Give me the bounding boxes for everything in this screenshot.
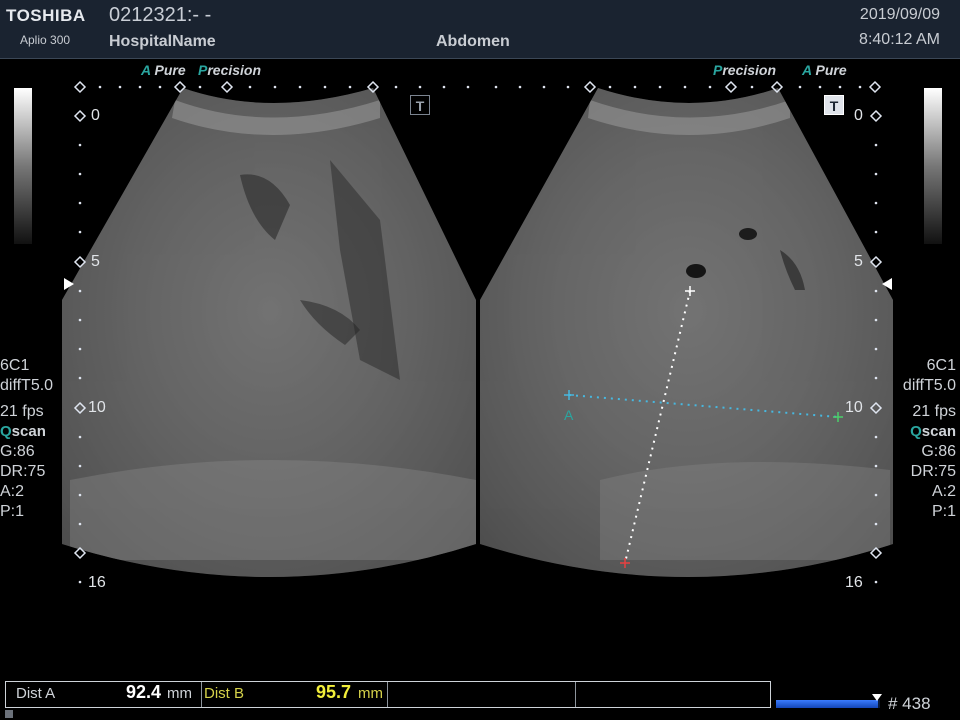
fps-label: 21 fps <box>912 403 956 420</box>
left-focus-marker[interactable] <box>64 278 74 290</box>
measurement-results-bar: Dist A 92.4 mm Dist B 95.7 mm <box>5 681 771 708</box>
apure-a-letter: A <box>802 62 812 78</box>
p-param-label: P:1 <box>0 503 25 520</box>
left-grayscale-bar <box>14 88 32 244</box>
right-image-sector <box>480 88 893 577</box>
measurement-value: 95.7 <box>316 682 352 702</box>
fps-label: 21 fps <box>0 403 44 420</box>
a-param-label: A:2 <box>931 483 956 500</box>
qscan-q-letter: Q <box>0 423 12 440</box>
right-view-toggle-icon[interactable]: T <box>824 95 844 115</box>
qscan-q-letter: Q <box>910 423 922 440</box>
status-corner-indicator <box>5 710 13 718</box>
mode-label: diffT5.0 <box>0 377 54 394</box>
right-apure-tag: A Pure <box>802 62 847 78</box>
apure-label: Pure <box>154 62 186 78</box>
right-depth-10: 10 <box>845 399 863 416</box>
right-parameter-panel: 6C1 diffT5.0 21 fps Qscan G:86 DR:75 A:2… <box>903 356 956 522</box>
right-focus-marker[interactable] <box>882 278 892 290</box>
measurement-empty-cell <box>388 682 576 707</box>
p-param-label: P:1 <box>931 503 956 520</box>
apure-label: Pure <box>815 62 847 78</box>
right-depth-0: 0 <box>854 107 863 124</box>
qscan-label: Qscan <box>0 422 53 442</box>
cine-position-marker[interactable] <box>872 694 882 701</box>
cine-frame-number: # 438 <box>888 694 931 713</box>
top-scale-line <box>98 85 862 89</box>
caliper-a-label: A <box>564 407 574 423</box>
right-depth-5: 5 <box>854 253 863 270</box>
cine-progress-fill <box>776 700 878 708</box>
qscan-text: scan <box>11 423 46 440</box>
right-grayscale-bar <box>924 88 942 244</box>
measurement-label: Dist A <box>16 685 56 702</box>
left-image-sector <box>62 88 476 577</box>
gain-label: G:86 <box>921 443 956 460</box>
left-precision-tag: Precision <box>198 62 261 78</box>
measurement-dist-a[interactable]: Dist A 92.4 mm <box>6 682 202 707</box>
left-depth-5: 5 <box>91 253 100 270</box>
precision-p-letter: P <box>198 62 208 78</box>
top-scale-diamonds <box>73 80 882 94</box>
precision-label: recision <box>207 62 262 78</box>
right-depth-16: 16 <box>845 574 863 591</box>
dynamic-range-label: DR:75 <box>0 463 46 480</box>
measurement-unit: mm <box>358 685 383 702</box>
left-depth-0: 0 <box>91 107 100 124</box>
qscan-label: Qscan <box>903 422 956 442</box>
precision-p-letter: P <box>713 62 723 78</box>
measurement-value: 92.4 <box>126 682 162 702</box>
a-param-label: A:2 <box>0 483 25 500</box>
probe-label: 6C1 <box>926 357 956 374</box>
left-depth-16: 16 <box>88 574 106 591</box>
mode-label: diffT5.0 <box>902 377 956 394</box>
measurement-empty-cell <box>576 682 770 707</box>
right-precision-tag: Precision <box>713 62 776 78</box>
left-parameter-panel: 6C1 diffT5.0 21 fps Qscan G:86 DR:75 A:2… <box>0 356 53 522</box>
probe-label: 6C1 <box>0 357 30 374</box>
dynamic-range-label: DR:75 <box>910 463 956 480</box>
cine-progress-bar[interactable] <box>776 700 880 708</box>
measurement-unit: mm <box>167 685 192 702</box>
measurement-dist-b[interactable]: Dist B 95.7 mm <box>202 682 388 707</box>
measurement-label: Dist B <box>204 685 245 702</box>
ultrasound-image-area <box>62 80 893 584</box>
apure-a-letter: A <box>141 62 151 78</box>
left-depth-10: 10 <box>88 399 106 416</box>
gain-label: G:86 <box>0 443 35 460</box>
left-apure-tag: A Pure <box>141 62 186 78</box>
precision-label: recision <box>722 62 777 78</box>
qscan-text: scan <box>921 423 956 440</box>
left-view-toggle-icon[interactable]: T <box>410 95 430 115</box>
